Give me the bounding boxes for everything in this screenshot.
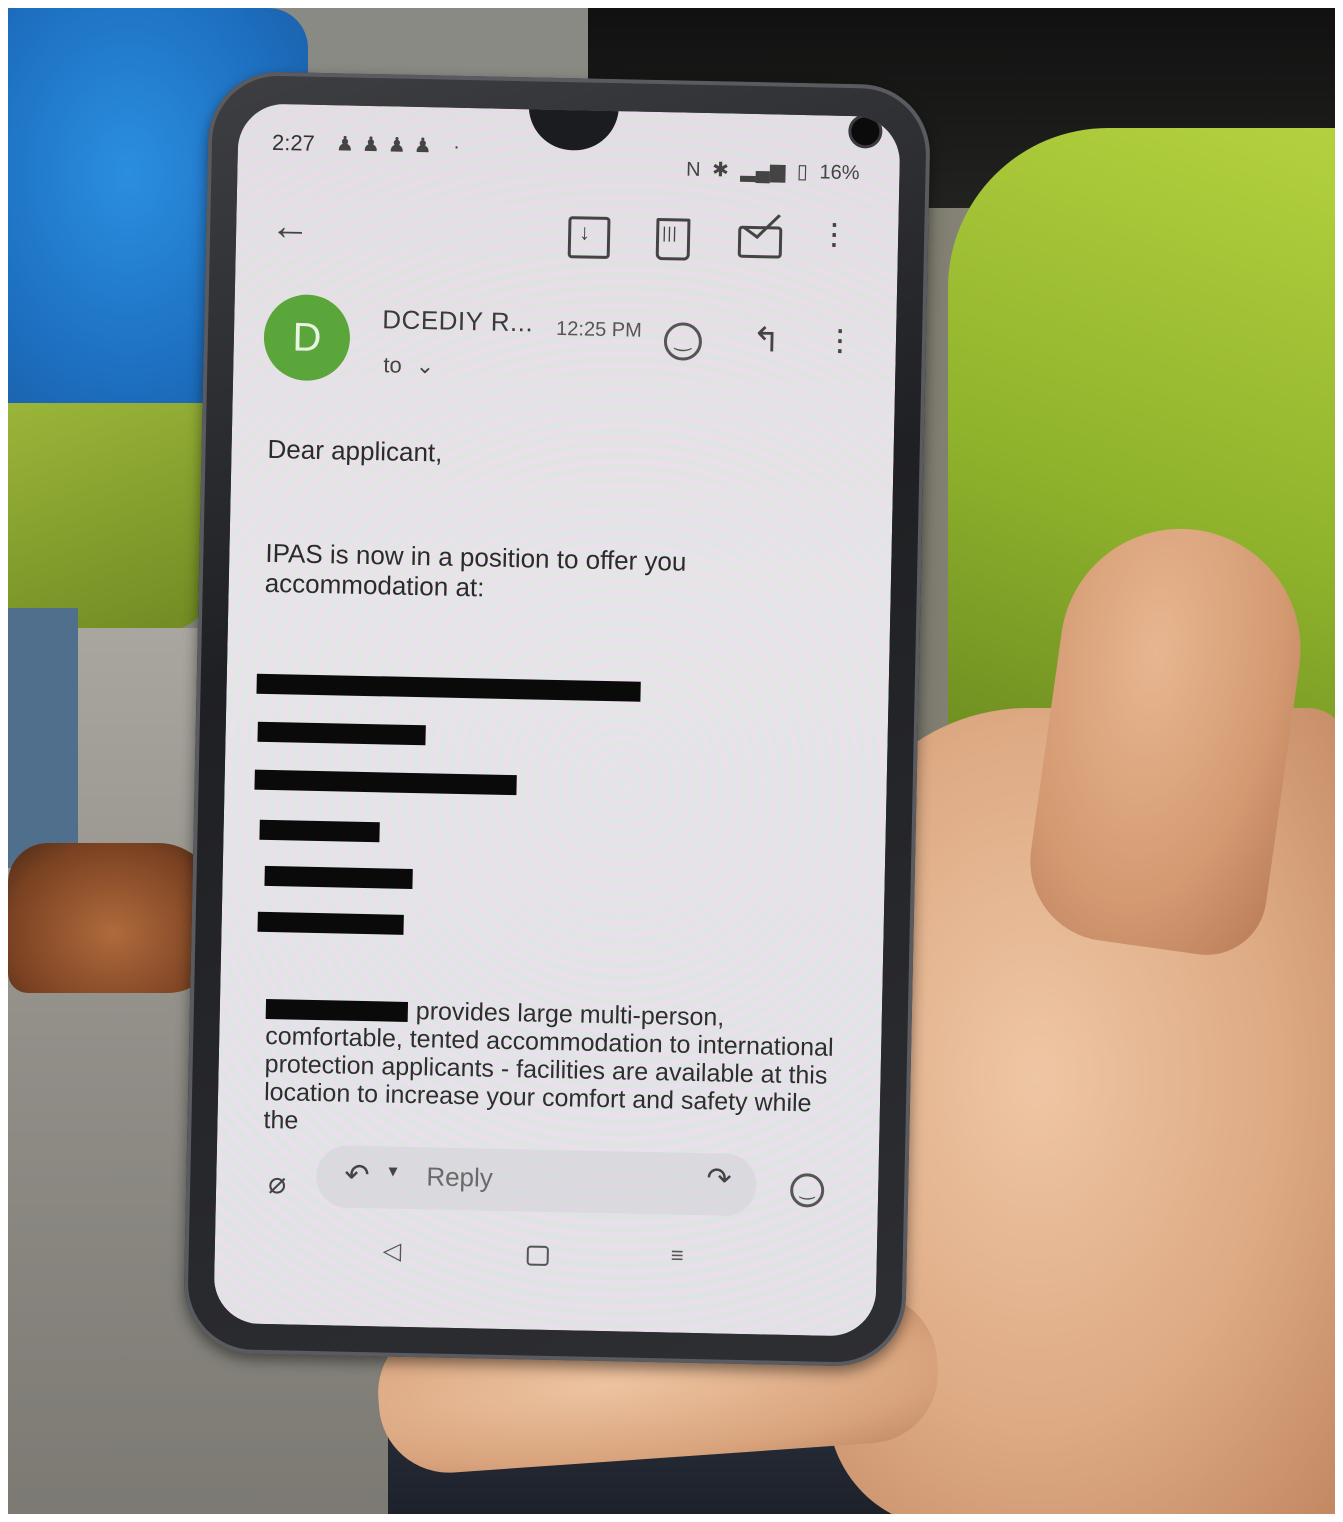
reply-arrow-icon[interactable]: ↶ [344, 1158, 370, 1194]
back-arrow-icon[interactable]: ← [270, 204, 311, 250]
archive-icon[interactable] [567, 216, 611, 260]
to-label: to [383, 352, 402, 378]
redaction-bar [259, 819, 380, 843]
emoji-icon[interactable]: ‿ [789, 1172, 825, 1208]
notch [527, 105, 883, 152]
chevron-down-icon: ⌄ [415, 352, 435, 379]
email-paragraph: provides large multi-person, comfortable… [263, 994, 836, 1146]
more-options-icon[interactable]: · · · [828, 202, 841, 263]
emoji-reaction-icon[interactable]: ‿ [663, 322, 703, 361]
nav-menu-icon[interactable]: ≡ [671, 1243, 684, 1269]
reply-field[interactable] [315, 1145, 757, 1217]
bluetooth-icon: ✱ [711, 159, 730, 182]
sender-name[interactable]: DCEDIY R... [382, 304, 534, 338]
redaction-bar [257, 721, 426, 746]
redaction-bar [265, 999, 409, 1023]
email-time: 12:25 PM [555, 317, 642, 342]
battery-icon: ▯ [796, 160, 809, 184]
nav-back-icon[interactable]: ◁ [383, 1236, 402, 1265]
email-toolbar: ← ··· [235, 202, 898, 287]
attachment-icon[interactable]: ⌀ [268, 1166, 287, 1201]
forward-icon[interactable]: ↷ [706, 1161, 732, 1197]
message-more-icon[interactable]: · · · [833, 308, 846, 369]
email-greeting: Dear applicant, [267, 433, 443, 468]
green-tent-left [8, 403, 218, 633]
status-time: 2:27 [271, 129, 316, 156]
android-nav-bar: ◁ ≡ [214, 1233, 877, 1287]
sender-avatar[interactable]: D [263, 293, 351, 382]
mark-unread-icon[interactable] [737, 225, 783, 259]
reply-icon[interactable]: ↰ [752, 320, 781, 361]
phone: 2:27 ♟♟♟♟ · N ✱ ▂▄▆ ▯ 16% ← ··· D DCEDIY… [182, 70, 932, 1368]
redaction-bar [254, 769, 517, 796]
compose-bar: ⌀ ↶ ▾ Reply ↷ ‿ [216, 1143, 879, 1227]
battery-percent: 16% [819, 161, 860, 185]
nav-home-icon[interactable] [526, 1245, 549, 1266]
snapchat-icon: ♟♟♟♟ · [335, 133, 469, 159]
email-offer-line: IPAS is now in a position to offer you a… [264, 537, 687, 603]
redaction-bar [256, 673, 641, 702]
recipients-toggle[interactable]: to ⌄ [383, 352, 434, 379]
phone-screen: 2:27 ♟♟♟♟ · N ✱ ▂▄▆ ▯ 16% ← ··· D DCEDIY… [213, 103, 901, 1337]
jeans [8, 608, 78, 868]
camera-icon [848, 113, 883, 149]
redaction-bar [257, 911, 404, 935]
photo: 2:27 ♟♟♟♟ · N ✱ ▂▄▆ ▯ 16% ← ··· D DCEDIY… [8, 8, 1335, 1514]
brown-shoe [8, 843, 218, 993]
reply-placeholder[interactable]: Reply [426, 1161, 493, 1193]
redaction-bar [264, 865, 413, 890]
dropdown-caret-icon[interactable]: ▾ [388, 1161, 397, 1182]
nfc-icon: N [685, 158, 701, 181]
delete-icon[interactable] [655, 217, 691, 261]
status-icons: N ✱ ▂▄▆ ▯ 16% [680, 156, 860, 185]
signal-icon: ▂▄▆ [740, 159, 786, 183]
